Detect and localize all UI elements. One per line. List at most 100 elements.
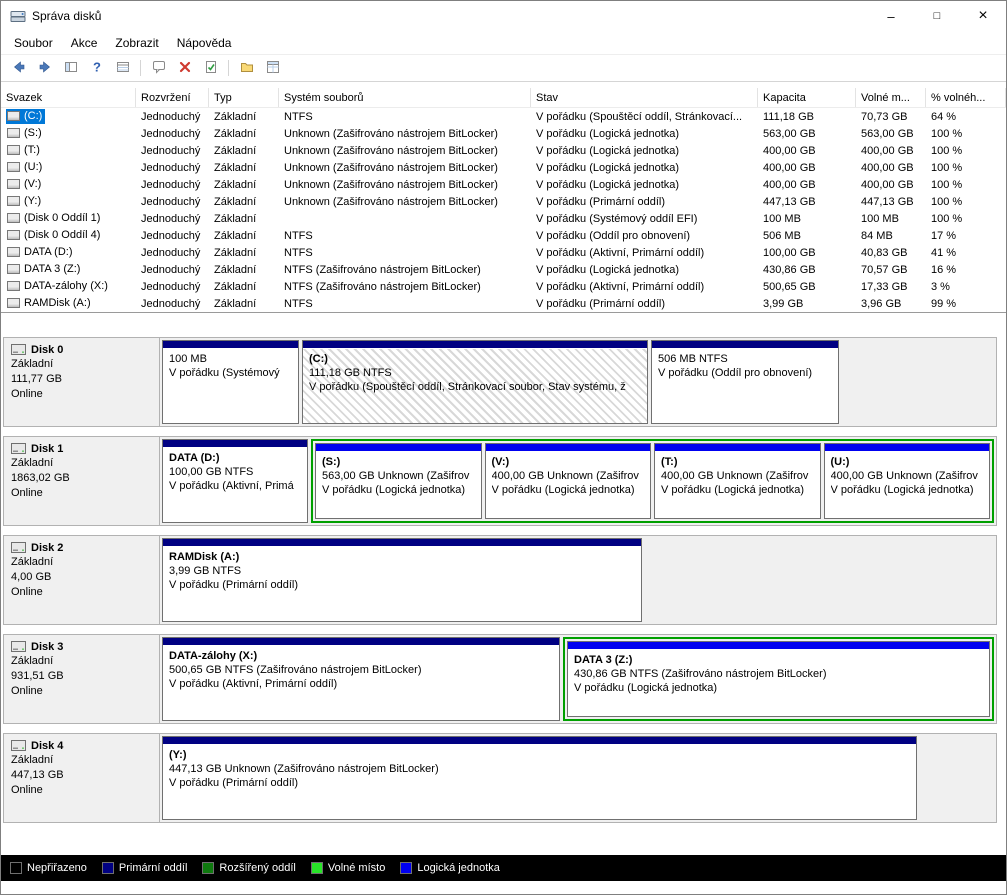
volume-row[interactable]: DATA-zálohy (X:) Jednoduchý Základní NTF… <box>1 278 1006 295</box>
partition[interactable]: 506 MB NTFSV pořádku (Oddíl pro obnovení… <box>651 340 839 424</box>
volume-layout: Jednoduchý <box>136 196 209 208</box>
properties-grid-icon <box>265 59 281 78</box>
partition[interactable]: (C:)111,18 GB NTFSV pořádku (Spouštěcí o… <box>302 340 648 424</box>
minimize-button[interactable]: – <box>868 1 914 31</box>
disk-name: Disk 2 <box>31 542 63 554</box>
volume-row[interactable]: (V:) Jednoduchý Základní Unknown (Zašifr… <box>1 176 1006 193</box>
volume-row[interactable]: DATA 3 (Z:) Jednoduchý Základní NTFS (Za… <box>1 261 1006 278</box>
volume-layout: Jednoduchý <box>136 230 209 242</box>
disk-info[interactable]: Disk 3 Základní 931,51 GB Online <box>4 635 160 723</box>
maximize-button[interactable]: □ <box>914 1 960 31</box>
menu-item-soubor[interactable]: Soubor <box>5 33 62 53</box>
volume-icon <box>7 145 20 155</box>
disk-info[interactable]: Disk 4 Základní 447,13 GB Online <box>4 734 160 822</box>
volume-row[interactable]: DATA (D:) Jednoduchý Základní NTFS V poř… <box>1 244 1006 261</box>
close-button[interactable]: × <box>960 1 1006 31</box>
menu-item-akce[interactable]: Akce <box>62 33 107 53</box>
partition-size: 400,00 GB Unknown (Zašifrov <box>831 469 984 483</box>
volume-status: V pořádku (Aktivní, Primární oddíl) <box>531 281 758 293</box>
partition[interactable]: (U:)400,00 GB Unknown (ZašifrovV pořádku… <box>824 443 991 519</box>
volume-layout: Jednoduchý <box>136 162 209 174</box>
volume-status: V pořádku (Primární oddíl) <box>531 196 758 208</box>
volume-row[interactable]: (T:) Jednoduchý Základní Unknown (Zašifr… <box>1 142 1006 159</box>
volume-free: 70,73 GB <box>856 111 926 123</box>
disk-icon <box>11 343 26 356</box>
volume-row[interactable]: (Y:) Jednoduchý Základní Unknown (Zašifr… <box>1 193 1006 210</box>
new-folder-button[interactable] <box>234 56 259 80</box>
partition[interactable]: DATA (D:)100,00 GB NTFSV pořádku (Aktivn… <box>162 439 308 523</box>
validate-button[interactable] <box>198 56 223 80</box>
volume-row[interactable]: (S:) Jednoduchý Základní Unknown (Zašifr… <box>1 125 1006 142</box>
column-header-kapacita[interactable]: Kapacita <box>758 88 856 107</box>
volume-filesystem: Unknown (Zašifrováno nástrojem BitLocker… <box>279 128 531 140</box>
volume-free-pct: 100 % <box>926 145 1006 157</box>
export-list-button[interactable] <box>110 56 135 80</box>
volume-layout: Jednoduchý <box>136 213 209 225</box>
volume-type: Základní <box>209 145 279 157</box>
back-button[interactable] <box>6 56 31 80</box>
disk-type: Základní <box>11 456 152 471</box>
partition[interactable]: (T:)400,00 GB Unknown (ZašifrovV pořádku… <box>654 443 821 519</box>
partition[interactable]: (Y:)447,13 GB Unknown (Zašifrováno nástr… <box>162 736 917 820</box>
partition[interactable]: 100 MBV pořádku (Systémový <box>162 340 299 424</box>
volume-type: Základní <box>209 111 279 123</box>
dialog-button[interactable] <box>146 56 171 80</box>
menu-item-napoveda[interactable]: Nápověda <box>168 33 241 53</box>
app-icon <box>10 8 26 24</box>
disk-info[interactable]: Disk 0 Základní 111,77 GB Online <box>4 338 160 426</box>
partition-stripe <box>163 737 916 745</box>
column-header-typ[interactable]: Typ <box>209 88 279 107</box>
partition[interactable]: (S:)563,00 GB Unknown (ZašifrovV pořádku… <box>315 443 482 519</box>
folder-icon <box>239 59 255 78</box>
volume-list: Svazek Rozvržení Typ Systém souborů Stav… <box>1 88 1006 313</box>
column-header-svazek[interactable]: Svazek <box>1 88 136 107</box>
volume-name: DATA 3 (Z:) <box>24 263 80 275</box>
volume-row[interactable]: (Disk 0 Oddíl 4) Jednoduchý Základní NTF… <box>1 227 1006 244</box>
volume-type: Základní <box>209 281 279 293</box>
show-console-tree-button[interactable] <box>58 56 83 80</box>
disk-type: Základní <box>11 753 152 768</box>
disk-info[interactable]: Disk 2 Základní 4,00 GB Online <box>4 536 160 624</box>
partition[interactable]: DATA 3 (Z:)430,86 GB NTFS (Zašifrováno n… <box>567 641 990 717</box>
volume-capacity: 430,86 GB <box>758 264 856 276</box>
volume-free: 563,00 GB <box>856 128 926 140</box>
volume-layout: Jednoduchý <box>136 128 209 140</box>
disk-row-4: Disk 4 Základní 447,13 GB Online (Y:)447… <box>3 733 997 823</box>
legend-label: Logická jednotka <box>417 862 500 874</box>
partition[interactable]: RAMDisk (A:)3,99 GB NTFSV pořádku (Primá… <box>162 538 642 622</box>
column-header-volne[interactable]: Volné m... <box>856 88 926 107</box>
column-header-rozvrzeni[interactable]: Rozvržení <box>136 88 209 107</box>
disk-status: Online <box>11 585 152 600</box>
menu-item-zobrazit[interactable]: Zobrazit <box>106 33 167 53</box>
volume-name: (V:) <box>24 178 41 190</box>
volume-free-pct: 100 % <box>926 196 1006 208</box>
extended-partition: (S:)563,00 GB Unknown (ZašifrovV pořádku… <box>311 439 994 523</box>
volume-row[interactable]: (U:) Jednoduchý Základní Unknown (Zašifr… <box>1 159 1006 176</box>
disk-info[interactable]: Disk 1 Základní 1863,02 GB Online <box>4 437 160 525</box>
column-header-stav[interactable]: Stav <box>531 88 758 107</box>
partition-label: (V:) <box>492 455 645 469</box>
volume-free-pct: 41 % <box>926 247 1006 259</box>
partition-status: V pořádku (Spouštěcí oddíl, Stránkovací … <box>309 380 641 394</box>
partition-label: DATA 3 (Z:) <box>574 653 983 667</box>
column-header-procent-volneho[interactable]: % volnéh... <box>926 88 1006 107</box>
legend-label: Primární oddíl <box>119 862 187 874</box>
column-header-system-souboru[interactable]: Systém souborů <box>279 88 531 107</box>
volume-row[interactable]: (C:) Jednoduchý Základní NTFS V pořádku … <box>1 108 1006 125</box>
help-button[interactable]: ? <box>84 56 109 80</box>
disk-row-1: Disk 1 Základní 1863,02 GB Online DATA (… <box>3 436 997 526</box>
volume-name: DATA-zálohy (X:) <box>24 280 108 292</box>
volume-row[interactable]: RAMDisk (A:) Jednoduchý Základní NTFS V … <box>1 295 1006 312</box>
forward-button[interactable] <box>32 56 57 80</box>
properties-button[interactable] <box>260 56 285 80</box>
partition-stripe <box>163 638 559 646</box>
volume-free-pct: 100 % <box>926 213 1006 225</box>
disk-icon <box>11 541 26 554</box>
partition-stripe <box>652 341 838 349</box>
volume-row[interactable]: (Disk 0 Oddíl 1) Jednoduchý Základní V p… <box>1 210 1006 227</box>
volume-icon <box>7 298 20 308</box>
delete-button[interactable] <box>172 56 197 80</box>
partition-size: 3,99 GB NTFS <box>169 564 635 578</box>
partition[interactable]: DATA-zálohy (X:)500,65 GB NTFS (Zašifrov… <box>162 637 560 721</box>
partition[interactable]: (V:)400,00 GB Unknown (ZašifrovV pořádku… <box>485 443 652 519</box>
